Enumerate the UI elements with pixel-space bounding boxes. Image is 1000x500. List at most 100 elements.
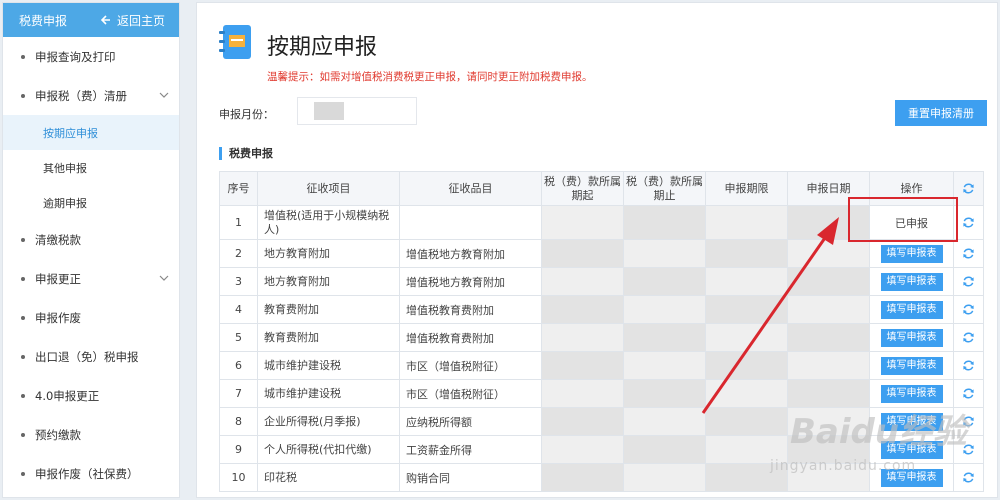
blurred-cell	[787, 323, 870, 352]
sidebar-item[interactable]: 出口退（免）税申报	[3, 337, 179, 376]
cell-item: 地方教育附加	[257, 267, 400, 296]
cell-action: 填写申报表	[869, 323, 954, 352]
blurred-cell	[787, 267, 870, 296]
sidebar-item[interactable]: 4.0申报更正	[3, 376, 179, 415]
cell-item: 个人所得税(代扣代缴)	[257, 435, 400, 464]
cell-no: 7	[219, 379, 258, 408]
column-header: 税（费）款所属期起	[541, 171, 624, 206]
cell-sub: 市区（增值税附征）	[399, 351, 542, 380]
cell-item: 印花税	[257, 463, 400, 492]
blurred-cell	[705, 295, 788, 324]
cell-sub: 增值税教育费附加	[399, 323, 542, 352]
column-header: 申报期限	[705, 171, 788, 206]
sidebar-item-label: 预约缴款	[35, 427, 81, 442]
blurred-value	[314, 102, 344, 120]
blurred-cell	[623, 295, 706, 324]
blurred-cell	[705, 323, 788, 352]
cell-refresh	[953, 323, 984, 352]
bullet-icon	[21, 276, 25, 281]
sidebar-item-label: 申报税（费）清册	[35, 88, 127, 103]
cell-item: 城市维护建设税	[257, 379, 400, 408]
bullet-icon	[21, 393, 25, 398]
fill-form-button[interactable]: 填写申报表	[880, 356, 943, 375]
sidebar-title: 税费申报	[19, 13, 68, 28]
table-row: 3 地方教育附加 增值税地方教育附加 填写申报表	[219, 267, 984, 296]
refresh-all-header[interactable]	[953, 171, 984, 206]
back-home-button[interactable]: 返回主页	[99, 12, 165, 29]
fill-form-button[interactable]: 填写申报表	[880, 328, 943, 347]
cell-action: 填写申报表	[869, 351, 954, 380]
sidebar-item[interactable]: 清缴税款	[3, 220, 179, 259]
cell-item: 城市维护建设税	[257, 351, 400, 380]
sidebar-subitem[interactable]: 按期应申报	[3, 115, 179, 150]
blurred-cell	[705, 351, 788, 380]
sidebar-subitem[interactable]: 其他申报	[3, 150, 179, 185]
column-header: 序号	[219, 171, 258, 206]
cell-item: 地方教育附加	[257, 239, 400, 268]
cell-no: 8	[219, 407, 258, 436]
sidebar-item-label: 申报更正	[35, 271, 81, 286]
cell-action: 填写申报表	[869, 267, 954, 296]
page-title: 按期应申报	[267, 35, 378, 60]
sidebar-item[interactable]: 申报作废	[3, 298, 179, 337]
refresh-icon[interactable]	[962, 182, 975, 195]
column-header: 税（费）款所属期止	[623, 171, 706, 206]
table-row: 2 地方教育附加 增值税地方教育附加 填写申报表	[219, 239, 984, 268]
refresh-icon[interactable]	[962, 331, 975, 344]
cell-sub: 工资薪金所得	[399, 435, 542, 464]
sidebar-item[interactable]: 申报作废（社保费）	[3, 454, 179, 493]
table-row: 6 城市维护建设税 市区（增值税附征） 填写申报表	[219, 351, 984, 380]
back-home-label: 返回主页	[116, 13, 165, 28]
blurred-cell	[541, 463, 624, 492]
cell-no: 4	[219, 295, 258, 324]
sidebar-header: 税费申报 返回主页	[3, 3, 179, 37]
sidebar-subitem[interactable]: 逾期申报	[3, 185, 179, 220]
reset-list-button[interactable]: 重置申报清册	[895, 100, 987, 126]
blurred-cell	[623, 351, 706, 380]
app-frame: 税费申报 返回主页 申报查询及打印 申报税（费）清册 按期应申报 其他申报 逾期申报 清缴…	[0, 0, 1000, 500]
blurred-cell	[623, 379, 706, 408]
cell-sub: 增值税教育费附加	[399, 295, 542, 324]
month-input[interactable]	[297, 97, 417, 125]
notebook-icon	[219, 25, 251, 59]
blurred-cell	[787, 351, 870, 380]
blurred-cell	[787, 239, 870, 268]
sidebar-menu: 申报查询及打印 申报税（费）清册按期应申报 其他申报 逾期申报 清缴税款申报更正申报作废…	[3, 37, 179, 493]
bullet-icon	[21, 237, 25, 242]
cell-item: 教育费附加	[257, 295, 400, 324]
sidebar-item-label: 申报查询及打印	[35, 49, 116, 64]
cell-sub: 应纳税所得额	[399, 407, 542, 436]
cell-no: 3	[219, 267, 258, 296]
fill-form-button[interactable]: 填写申报表	[880, 300, 943, 319]
refresh-icon[interactable]	[962, 275, 975, 288]
refresh-icon[interactable]	[962, 216, 975, 229]
sidebar-item[interactable]: 申报更正	[3, 259, 179, 298]
sidebar-item-label: 申报作废（社保费）	[35, 466, 139, 481]
blurred-cell	[705, 267, 788, 296]
blurred-cell	[541, 295, 624, 324]
fill-form-button[interactable]: 填写申报表	[880, 272, 943, 291]
cell-sub	[399, 205, 542, 240]
chevron-down-icon	[159, 92, 169, 98]
cell-refresh	[953, 205, 984, 240]
cell-sub: 增值税地方教育附加	[399, 267, 542, 296]
sidebar-item[interactable]: 预约缴款	[3, 415, 179, 454]
blurred-cell	[541, 435, 624, 464]
chevron-down-icon	[159, 275, 169, 281]
table-row: 4 教育费附加 增值税教育费附加 填写申报表	[219, 295, 984, 324]
cell-action: 填写申报表	[869, 239, 954, 268]
cell-no: 1	[219, 205, 258, 240]
refresh-icon[interactable]	[962, 359, 975, 372]
blurred-cell	[623, 205, 706, 240]
blurred-cell	[541, 379, 624, 408]
highlight-box	[848, 197, 958, 242]
sidebar-item[interactable]: 申报查询及打印	[3, 37, 179, 76]
bullet-icon	[21, 93, 25, 98]
refresh-icon[interactable]	[962, 247, 975, 260]
blurred-cell	[623, 463, 706, 492]
cell-no: 9	[219, 435, 258, 464]
refresh-icon[interactable]	[962, 303, 975, 316]
blurred-cell	[541, 351, 624, 380]
fill-form-button[interactable]: 填写申报表	[880, 244, 943, 263]
sidebar-item[interactable]: 申报税（费）清册	[3, 76, 179, 115]
